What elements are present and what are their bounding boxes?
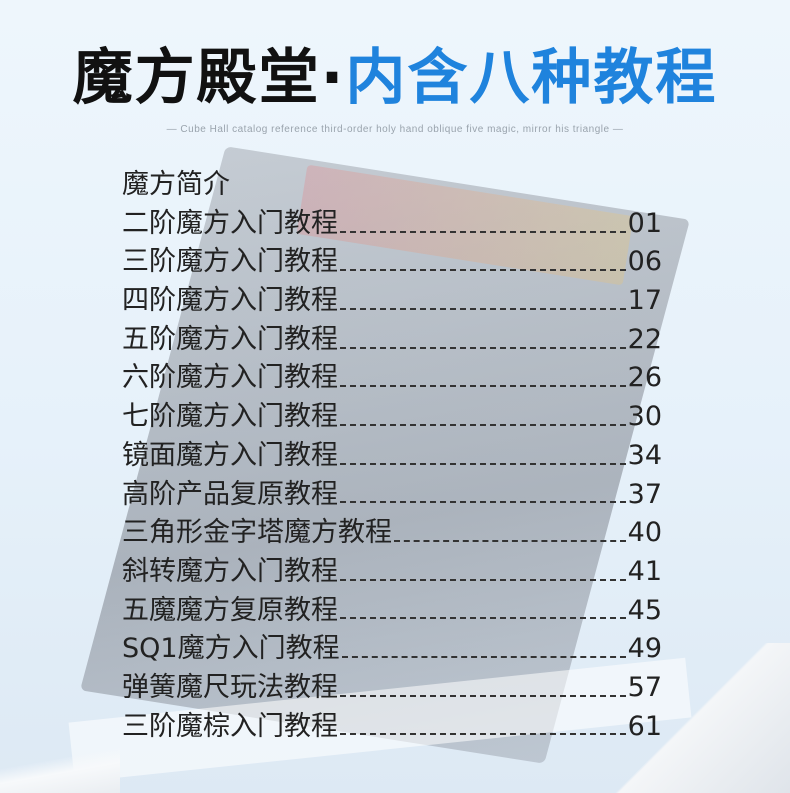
toc-entry-page-number: 40 xyxy=(627,517,662,549)
toc-list: 二阶魔方入门教程 01 三阶魔方入门教程 06 四阶魔方入门教程 17 五阶魔方入门教程 22… xyxy=(122,205,662,747)
toc-entry: 六阶魔方入门教程 26 xyxy=(122,359,662,398)
toc-entry-label: 镜面魔方入门教程 xyxy=(122,439,338,471)
toc-entry-page-number: 61 xyxy=(627,710,662,742)
toc-entry: 三阶魔棕入门教程 61 xyxy=(122,708,662,747)
toc-entry-leader-dashes xyxy=(340,616,626,620)
toc-entry: 高阶产品复原教程 37 xyxy=(122,476,662,515)
toc-entry-label: 二阶魔方入门教程 xyxy=(122,207,338,239)
toc-intro-row: 魔方简介 xyxy=(122,166,662,205)
toc-entry-page-number: 22 xyxy=(627,323,662,355)
catalog-page: 魔方殿堂·内含八种教程 — Cube Hall catalog referenc… xyxy=(0,0,790,793)
toc-entry-page-number: 30 xyxy=(627,401,662,433)
toc-entry-leader-dashes xyxy=(340,423,626,426)
toc-entry-page-number: 17 xyxy=(627,285,662,317)
toc-entry-page-number: 37 xyxy=(627,478,662,510)
toc-entry-leader-dashes xyxy=(341,655,626,659)
toc-entry-label: 弹簧魔尺玩法教程 xyxy=(122,671,338,703)
toc-entry-leader-dashes xyxy=(340,346,626,349)
toc-entry-label: 七阶魔方入门教程 xyxy=(122,401,338,433)
title-separator-dot: · xyxy=(320,43,346,113)
toc-entry-leader-dashes xyxy=(340,462,626,465)
toc-entry-leader-dashes xyxy=(394,539,626,543)
table-of-contents: 魔方简介 二阶魔方入门教程 01 三阶魔方入门教程 06 四阶魔方入门教程 17 五阶魔方入… xyxy=(122,166,662,746)
toc-entry-label: 五魔魔方复原教程 xyxy=(122,594,338,626)
toc-entry: 七阶魔方入门教程 30 xyxy=(122,398,662,437)
toc-entry-label: 五阶魔方入门教程 xyxy=(122,323,338,355)
toc-entry: 五魔魔方复原教程 45 xyxy=(122,592,662,631)
toc-entry-label: 高阶产品复原教程 xyxy=(122,478,338,510)
toc-entry-page-number: 01 xyxy=(627,207,662,239)
toc-entry-leader-dashes xyxy=(340,694,626,697)
toc-entry: 三阶魔方入门教程 06 xyxy=(122,243,662,282)
toc-entry: 三角形金字塔魔方教程 40 xyxy=(122,514,662,553)
toc-entry-page-number: 45 xyxy=(627,594,662,626)
toc-intro-label: 魔方简介 xyxy=(122,169,230,200)
toc-entry-label: 三角形金字塔魔方教程 xyxy=(122,517,392,549)
toc-entry-leader-dashes xyxy=(340,732,626,736)
toc-entry-page-number: 41 xyxy=(627,555,662,587)
toc-entry: SQ1魔方入门教程 49 xyxy=(122,630,662,669)
toc-entry-leader-dashes xyxy=(340,268,626,272)
toc-entry-leader-dashes xyxy=(340,500,626,504)
toc-entry-page-number: 06 xyxy=(627,246,662,278)
page-subtitle: — Cube Hall catalog reference third-orde… xyxy=(166,124,624,135)
toc-entry: 四阶魔方入门教程 17 xyxy=(122,282,662,321)
page-title: 魔方殿堂·内含八种教程 xyxy=(0,38,790,118)
toc-entry-label: SQ1魔方入门教程 xyxy=(122,633,340,665)
toc-entry: 五阶魔方入门教程 22 xyxy=(122,321,662,360)
toc-entry-label: 斜转魔方入门教程 xyxy=(122,555,338,587)
toc-entry: 斜转魔方入门教程 41 xyxy=(122,553,662,592)
toc-entry: 镜面魔方入门教程 34 xyxy=(122,437,662,476)
toc-entry-page-number: 26 xyxy=(627,362,662,394)
toc-entry-label: 三阶魔方入门教程 xyxy=(122,246,338,278)
toc-entry: 二阶魔方入门教程 01 xyxy=(122,205,662,244)
toc-entry-leader-dashes xyxy=(340,230,626,233)
toc-entry-label: 三阶魔棕入门教程 xyxy=(122,710,338,742)
toc-entry-leader-dashes xyxy=(340,578,626,581)
toc-entry-page-number: 57 xyxy=(627,671,662,703)
toc-entry-label: 六阶魔方入门教程 xyxy=(122,362,338,394)
toc-entry-page-number: 34 xyxy=(627,439,662,471)
toc-entry-leader-dashes xyxy=(340,307,626,310)
page-curl-left xyxy=(0,738,120,793)
title-highlight: 内含八种教程 xyxy=(345,43,718,113)
toc-entry-leader-dashes xyxy=(340,384,626,388)
toc-entry-label: 四阶魔方入门教程 xyxy=(122,285,338,317)
toc-entry: 弹簧魔尺玩法教程 57 xyxy=(122,669,662,708)
toc-entry-page-number: 49 xyxy=(627,633,662,665)
title-main: 魔方殿堂 xyxy=(72,43,321,113)
